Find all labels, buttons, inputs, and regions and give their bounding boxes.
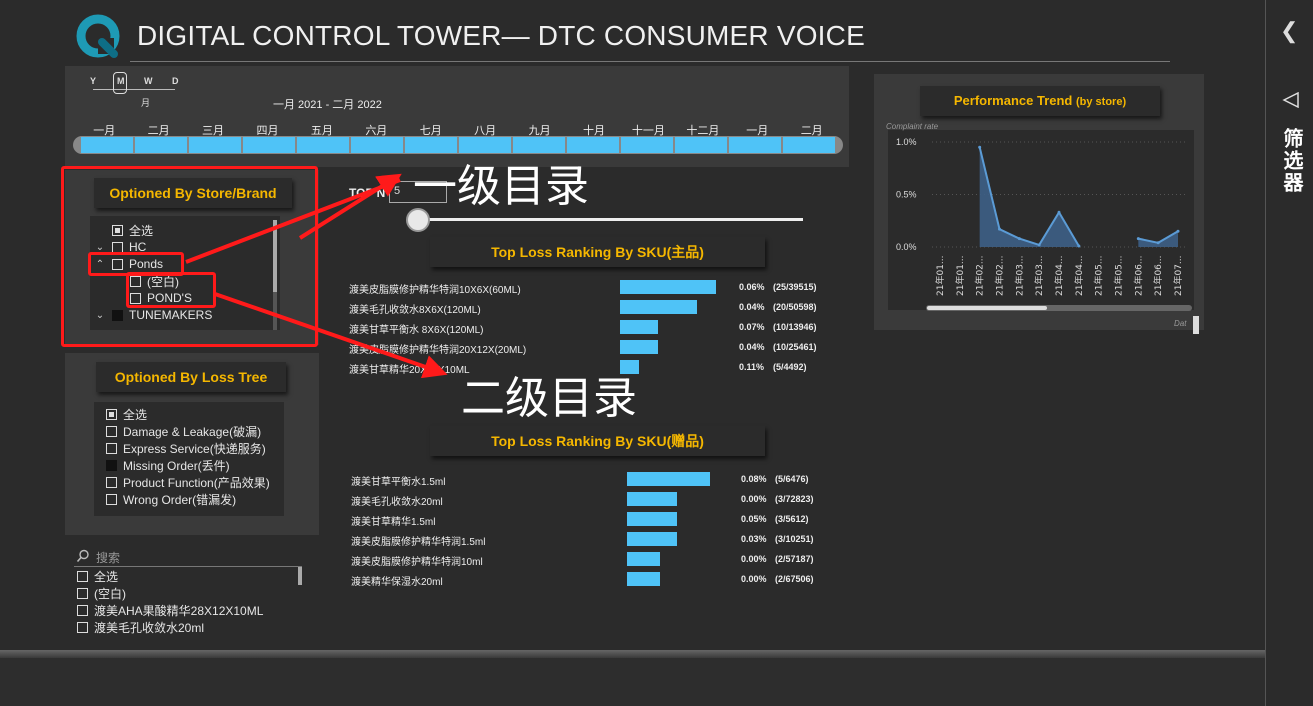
bottom-area — [0, 658, 1265, 706]
annotation-level1: 一级目录 — [413, 161, 589, 212]
arrow-to-level2 — [214, 292, 448, 379]
annotation-level2: 二级目录 — [461, 373, 637, 424]
annotation-arrows — [185, 173, 448, 379]
bottom-divider — [0, 650, 1265, 658]
arrow-ponds-to-level1 — [185, 178, 401, 264]
